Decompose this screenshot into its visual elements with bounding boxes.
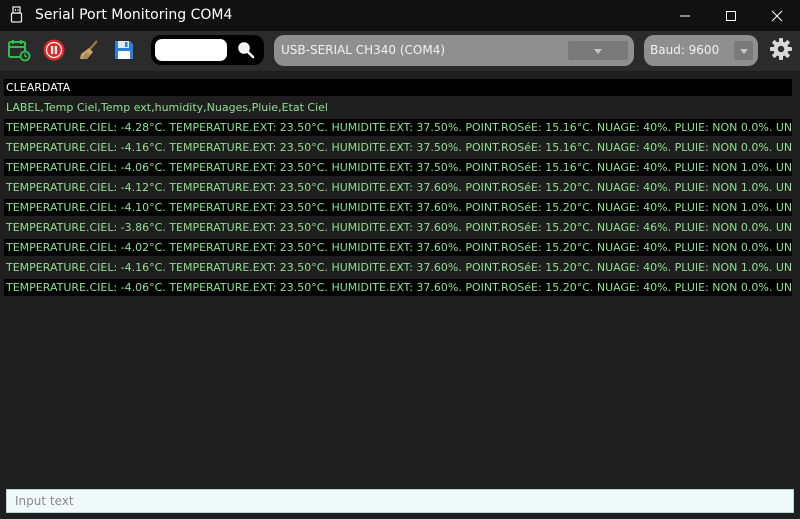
minimize-button[interactable] [662, 0, 708, 31]
search-box [151, 35, 264, 65]
log-line: TEMPERATURE.CIEL: -4.06°C. TEMPERATURE.E… [4, 159, 792, 176]
close-button[interactable] [754, 0, 800, 31]
log-line: TEMPERATURE.CIEL: -4.16°C. TEMPERATURE.E… [4, 139, 792, 156]
broom-icon[interactable] [77, 38, 101, 62]
baud-select[interactable]: Baud: 9600 [644, 35, 758, 66]
calendar-refresh-icon[interactable] [7, 38, 31, 62]
maximize-button[interactable] [708, 0, 754, 31]
save-icon[interactable] [112, 38, 136, 62]
baud-select-value: Baud: 9600 [650, 43, 720, 57]
log-line: TEMPERATURE.CIEL: -4.02°C. TEMPERATURE.E… [4, 239, 792, 256]
log-line: CLEARDATA [4, 79, 792, 96]
port-select-value: USB-SERIAL CH340 (COM4) [281, 43, 446, 57]
toolbar: USB-SERIAL CH340 (COM4) Baud: 9600 [0, 31, 800, 71]
log-line: LABEL,Temp Ciel,Temp ext,humidity,Nuages… [4, 99, 792, 116]
log-line: TEMPERATURE.CIEL: -4.06°C. TEMPERATURE.E… [4, 279, 792, 296]
input-bar [0, 487, 800, 519]
log-line: TEMPERATURE.CIEL: -4.28°C. TEMPERATURE.E… [4, 119, 792, 136]
port-dropdown-button[interactable] [568, 41, 628, 60]
minimize-icon [680, 15, 690, 16]
log-line: TEMPERATURE.CIEL: -3.86°C. TEMPERATURE.E… [4, 219, 792, 236]
search-input[interactable] [155, 39, 227, 61]
usb-plug-icon [10, 6, 23, 23]
stop-icon[interactable] [42, 38, 66, 62]
log-line: TEMPERATURE.CIEL: -4.10°C. TEMPERATURE.E… [4, 199, 792, 216]
gear-icon[interactable] [769, 37, 793, 61]
port-select[interactable]: USB-SERIAL CH340 (COM4) [274, 35, 634, 66]
serial-log[interactable]: CLEARDATA LABEL,Temp Ciel,Temp ext,humid… [0, 71, 800, 487]
log-line: TEMPERATURE.CIEL: -4.12°C. TEMPERATURE.E… [4, 179, 792, 196]
input-text-field[interactable] [6, 489, 794, 513]
log-line: TEMPERATURE.CIEL: -4.16°C. TEMPERATURE.E… [4, 259, 792, 276]
window-title: Serial Port Monitoring COM4 [35, 7, 233, 23]
maximize-icon [726, 10, 736, 21]
chevron-down-icon [739, 48, 748, 54]
baud-dropdown-button[interactable] [734, 41, 753, 60]
chevron-down-icon [594, 48, 602, 54]
magnifier-icon[interactable] [237, 41, 255, 59]
title-bar: Serial Port Monitoring COM4 [0, 0, 800, 31]
close-icon [771, 10, 783, 21]
